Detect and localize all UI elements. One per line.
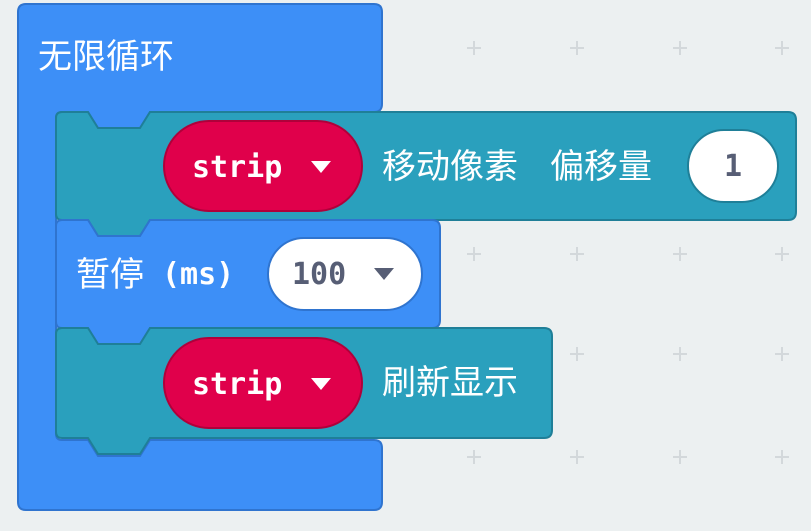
strip-variable-name: strip: [192, 150, 282, 185]
forever-label: 无限循环: [38, 37, 174, 77]
pause-label: 暂停: [76, 255, 144, 295]
show-block[interactable]: strip 刷新显示: [55, 327, 553, 455]
offset-value-field[interactable]: 1: [687, 129, 779, 203]
block-stack: 无限循环 strip 移动像素 偏移量 1 暂停 (ms) 100 strip …: [17, 3, 797, 511]
shift-pixels-block[interactable]: strip 移动像素 偏移量 1: [55, 111, 797, 237]
strip-variable-name: strip: [192, 367, 282, 402]
show-label: 刷新显示: [382, 363, 518, 403]
strip-variable-dropdown[interactable]: strip: [163, 337, 363, 429]
pause-unit-label: (ms): [162, 257, 234, 292]
shift-action-label: 移动像素: [382, 147, 518, 187]
blocks-workspace[interactable]: 无限循环 strip 移动像素 偏移量 1 暂停 (ms) 100 strip …: [0, 0, 811, 531]
pause-block[interactable]: 暂停 (ms) 100: [55, 219, 441, 345]
offset-value[interactable]: 1: [724, 149, 742, 184]
shift-offset-label: 偏移量: [550, 147, 652, 187]
pause-value[interactable]: 100: [292, 257, 346, 292]
pause-value-dropdown[interactable]: 100: [267, 237, 423, 311]
strip-variable-dropdown[interactable]: strip: [163, 120, 363, 212]
